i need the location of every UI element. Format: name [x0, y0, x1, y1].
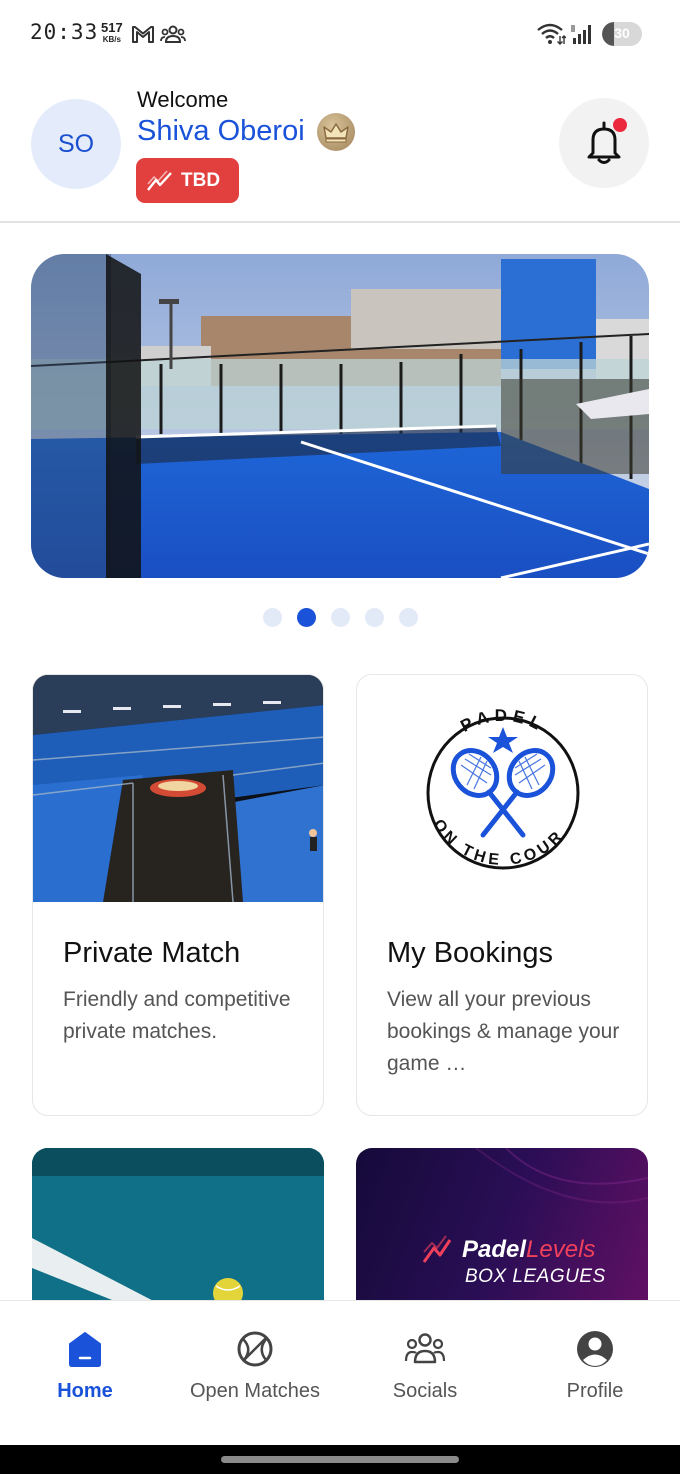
gesture-bar [0, 1445, 680, 1474]
battery-level: 30 [614, 25, 630, 41]
nav-socials[interactable]: Socials [340, 1301, 510, 1446]
welcome-text: Welcome [137, 87, 229, 112]
carousel-banner[interactable] [31, 254, 649, 578]
avatar[interactable]: SO [31, 99, 121, 189]
user-name: Shiva Oberoi [137, 115, 305, 147]
carousel-indicator[interactable] [263, 608, 418, 627]
nav-home[interactable]: Home [0, 1301, 170, 1446]
my-bookings-card[interactable]: PADEL ON THE COURT My Bookings View all … [356, 674, 648, 1116]
carousel-dot[interactable] [399, 608, 418, 627]
box-leagues-card[interactable]: PadelLevels BOX LEAGUES [356, 1148, 648, 1308]
nav-open-matches-label: Open Matches [189, 1380, 321, 1402]
box-leagues-label: BOX LEAGUES [465, 1266, 606, 1287]
level-badge[interactable]: TBD [136, 158, 239, 203]
padel-court-photo [31, 254, 649, 578]
private-match-card[interactable]: Private Match Friendly and competitive p… [32, 674, 324, 1116]
home-indicator[interactable] [221, 1456, 459, 1463]
my-bookings-title: My Bookings [387, 937, 554, 969]
notification-dot [613, 118, 627, 132]
wifi-icon [537, 23, 566, 45]
avatar-initials: SO [57, 129, 95, 158]
nav-profile-label: Profile [566, 1380, 624, 1402]
carousel-dot[interactable] [263, 608, 282, 627]
bottom-navigation: Home Open Matches Socials Profile [0, 1300, 680, 1445]
status-bar: 20:33 517 KB/s 30 [0, 0, 680, 70]
trend-icon [147, 169, 172, 191]
court-card[interactable] [32, 1148, 324, 1308]
carousel-dot[interactable] [365, 608, 384, 627]
private-match-description: Friendly and competitive private matches… [63, 988, 291, 1043]
network-speed: 517 KB/s [101, 20, 123, 44]
padellevels-brand: PadelLevels [462, 1236, 596, 1263]
signal-icon [571, 25, 591, 44]
crown-icon [317, 113, 355, 151]
battery-icon: 30 [602, 22, 642, 46]
gmail-icon [132, 26, 154, 43]
profile-icon [577, 1331, 613, 1367]
people-icon [160, 25, 186, 43]
nav-profile[interactable]: Profile [510, 1301, 680, 1446]
my-bookings-description: View all your previous bookings & manage… [387, 988, 620, 1075]
nav-open-matches[interactable]: Open Matches [170, 1301, 340, 1446]
status-time: 20:33 [30, 20, 99, 44]
home-icon [69, 1332, 101, 1367]
carousel-dot[interactable] [297, 608, 316, 627]
private-match-image [33, 675, 323, 902]
header-divider [0, 221, 680, 223]
group-icon [404, 1333, 446, 1364]
tennis-ball-icon [237, 1331, 273, 1367]
nav-socials-label: Socials [392, 1380, 458, 1402]
padel-on-the-court-logo: PADEL ON THE COURT [357, 675, 647, 902]
nav-home-label: Home [57, 1380, 113, 1402]
level-label: TBD [181, 169, 221, 191]
court-closeup-image [32, 1148, 324, 1308]
private-match-title: Private Match [63, 937, 241, 969]
carousel-dot[interactable] [331, 608, 350, 627]
notifications-button[interactable] [559, 98, 649, 188]
